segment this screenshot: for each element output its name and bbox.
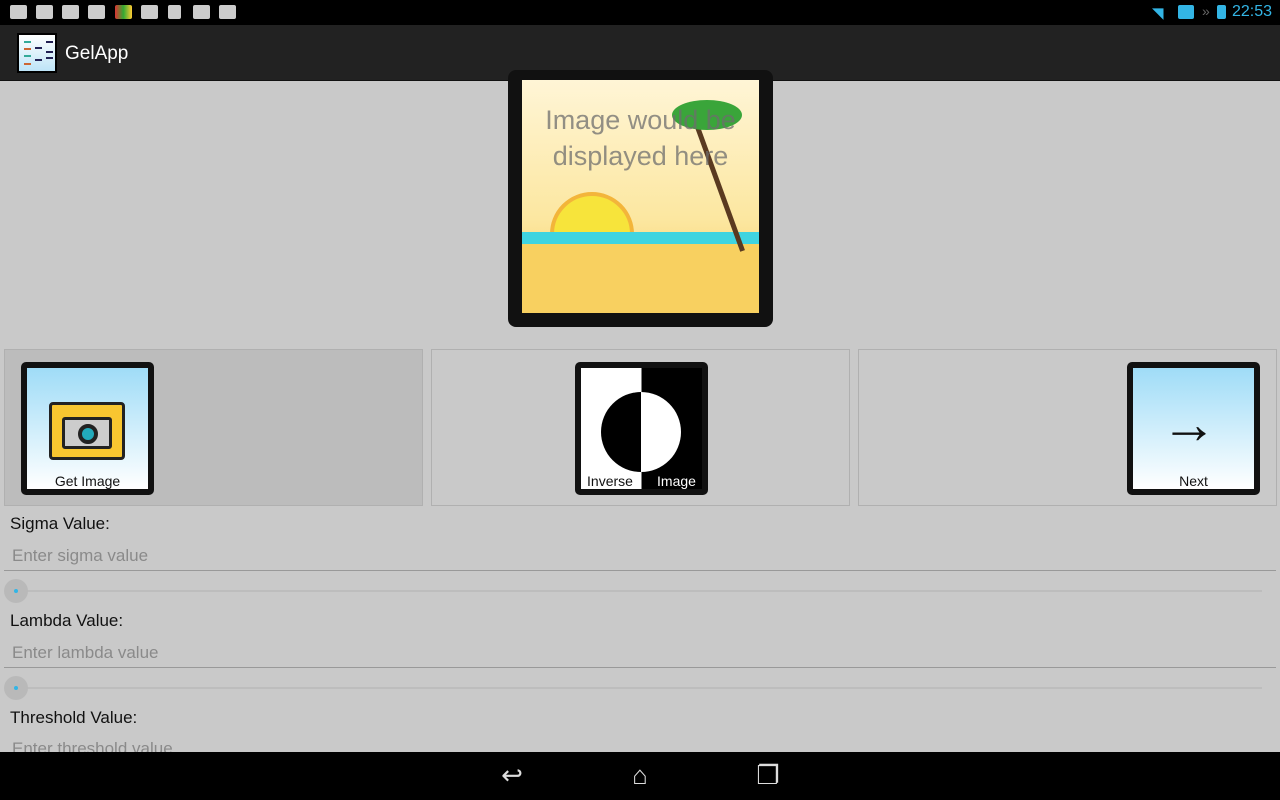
inverse-circle-icon bbox=[601, 392, 681, 472]
battery-icon bbox=[1217, 5, 1226, 19]
navigation-bar: ↩ ⌂ ❐ bbox=[0, 752, 1280, 800]
sigma-label: Sigma Value: bbox=[10, 514, 110, 533]
app-icon bbox=[115, 5, 132, 19]
image-preview: Image would be displayed here bbox=[508, 70, 773, 327]
wifi-icon: ◥ bbox=[1152, 5, 1164, 22]
slider-thumb[interactable] bbox=[4, 676, 28, 700]
inverse-image-button[interactable]: Inverse Image bbox=[431, 349, 850, 506]
mail-icon bbox=[62, 5, 79, 19]
status-bar: ◥ » 22:53 bbox=[0, 0, 1280, 25]
threshold-label: Threshold Value: bbox=[10, 708, 138, 727]
gallery-icon bbox=[10, 5, 27, 19]
sigma-slider[interactable] bbox=[4, 579, 1262, 603]
recent-apps-icon[interactable]: ❐ bbox=[748, 760, 788, 792]
get-image-button[interactable]: Get Image bbox=[4, 349, 423, 506]
preview-placeholder: Image would be displayed here bbox=[545, 105, 736, 171]
home-icon[interactable]: ⌂ bbox=[620, 760, 660, 792]
image-label: Image bbox=[657, 473, 696, 489]
store-icon bbox=[219, 5, 236, 19]
lambda-label: Lambda Value: bbox=[10, 611, 124, 630]
app-title: GelApp bbox=[65, 43, 129, 64]
get-image-label: Get Image bbox=[54, 473, 121, 489]
camera-folder-icon bbox=[49, 402, 125, 460]
next-label: Next bbox=[1179, 473, 1208, 489]
mail-icon bbox=[88, 5, 105, 19]
arrow-right-icon: → bbox=[1161, 392, 1217, 455]
sand bbox=[522, 244, 759, 313]
lambda-input[interactable]: Enter lambda value bbox=[12, 643, 1272, 665]
slider-thumb[interactable] bbox=[4, 579, 28, 603]
keyboard-battery-icon bbox=[1178, 5, 1194, 19]
app-logo-icon[interactable] bbox=[17, 33, 57, 73]
sea bbox=[522, 232, 759, 244]
sigma-input[interactable]: Enter sigma value bbox=[12, 546, 1272, 568]
back-icon[interactable]: ↩ bbox=[492, 760, 532, 792]
next-button[interactable]: → Next bbox=[858, 349, 1277, 506]
lambda-slider[interactable] bbox=[4, 676, 1262, 700]
sigma-underline bbox=[4, 570, 1276, 571]
store-icon bbox=[193, 5, 210, 19]
inverse-label: Inverse bbox=[587, 473, 633, 489]
clock: 22:53 bbox=[1231, 3, 1272, 20]
sd-card-icon bbox=[168, 5, 181, 19]
chevron-icon: » bbox=[1202, 3, 1210, 19]
lambda-underline bbox=[4, 667, 1276, 668]
download-icon bbox=[141, 5, 158, 19]
mail-icon bbox=[36, 5, 53, 19]
